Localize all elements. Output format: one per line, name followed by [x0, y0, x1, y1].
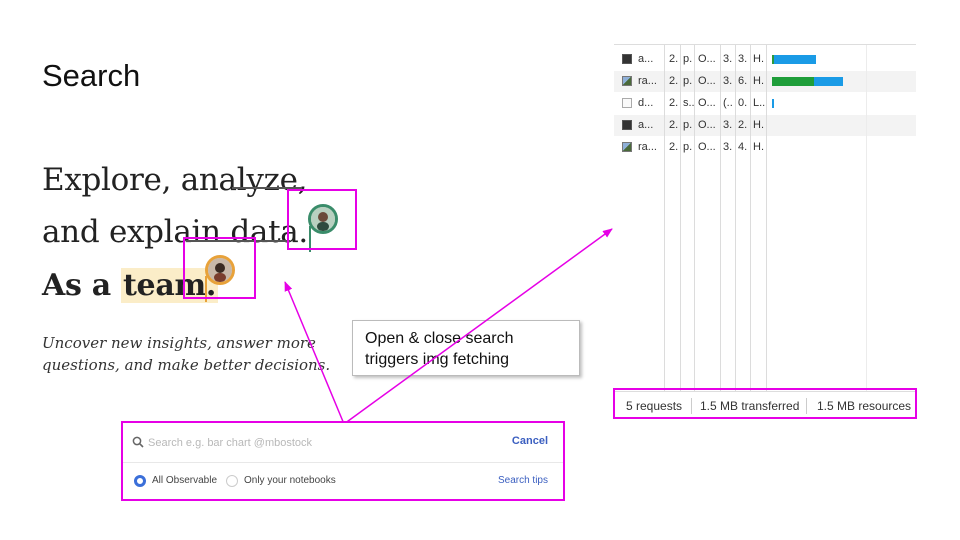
request-cell: 2. — [669, 119, 679, 131]
request-cell: O... — [698, 75, 716, 87]
network-request-row[interactable]: a... 2. p. O... 3. 2. H. — [614, 115, 916, 136]
request-name: a... — [638, 119, 654, 131]
request-name: a... — [638, 53, 654, 65]
network-panel: a... 2. p. O... 3. 3. H. ra... 2. p. O... 3. 6. H. d..… — [614, 44, 916, 420]
request-cell: (.. — [723, 97, 733, 109]
network-request-row[interactable]: ra... 2. p. O... 3. 4. H. — [614, 137, 916, 158]
request-cell: O... — [698, 119, 716, 131]
highlight-box-search — [121, 421, 565, 501]
column-divider — [766, 45, 767, 391]
column-divider — [735, 45, 736, 391]
waterfall-segment — [772, 77, 814, 86]
highlight-box-network-summary — [613, 388, 917, 419]
network-request-row[interactable]: ra... 2. p. O... 3. 6. H. — [614, 71, 916, 92]
request-cell: 2. — [669, 97, 679, 109]
request-cell: O... — [698, 141, 716, 153]
network-request-row[interactable]: a... 2. p. O... 3. 3. H. — [614, 49, 916, 70]
column-divider — [720, 45, 721, 391]
request-name: ra... — [638, 75, 657, 87]
dark-image-icon — [622, 54, 632, 64]
request-cell: 3. — [723, 119, 733, 131]
request-cell: O... — [698, 97, 716, 109]
image-icon — [622, 142, 632, 152]
request-cell: 3. — [723, 141, 733, 153]
request-cell: 3. — [723, 75, 733, 87]
request-cell: H. — [753, 141, 764, 153]
request-cell: 4. — [738, 141, 748, 153]
column-divider — [694, 45, 695, 391]
waterfall-segment — [772, 99, 775, 108]
waterfall-segment — [813, 77, 844, 86]
request-cell: H. — [753, 119, 764, 131]
column-divider — [680, 45, 681, 391]
request-name: d... — [638, 97, 654, 109]
dark-image-icon — [622, 120, 632, 130]
request-cell: p. — [683, 119, 693, 131]
request-cell: 2. — [669, 53, 679, 65]
request-cell: 6. — [738, 75, 748, 87]
request-cell: L.. — [753, 97, 766, 109]
request-cell: 2. — [738, 119, 748, 131]
request-cell: 0. — [738, 97, 748, 109]
request-cell: 3. — [723, 53, 733, 65]
waterfall-segment — [774, 55, 816, 64]
request-cell: s.. — [683, 97, 694, 109]
request-cell: 3. — [738, 53, 748, 65]
network-request-row[interactable]: d... 2. s.. O... (.. 0. L.. — [614, 93, 916, 114]
request-cell: p. — [683, 53, 693, 65]
request-cell: H. — [753, 53, 764, 65]
column-divider — [750, 45, 751, 391]
arrow-to-avatar — [284, 281, 345, 425]
request-cell: H. — [753, 75, 764, 87]
image-icon — [622, 76, 632, 86]
request-cell: p. — [683, 75, 693, 87]
request-cell: 2. — [669, 141, 679, 153]
column-divider — [664, 45, 665, 391]
arrow-to-network-panel — [343, 228, 613, 425]
request-cell: p. — [683, 141, 693, 153]
request-cell: O... — [698, 53, 716, 65]
waterfall-gridline — [866, 45, 867, 391]
request-cell: 2. — [669, 75, 679, 87]
broken-file-icon — [622, 98, 632, 108]
request-name: ra... — [638, 141, 657, 153]
